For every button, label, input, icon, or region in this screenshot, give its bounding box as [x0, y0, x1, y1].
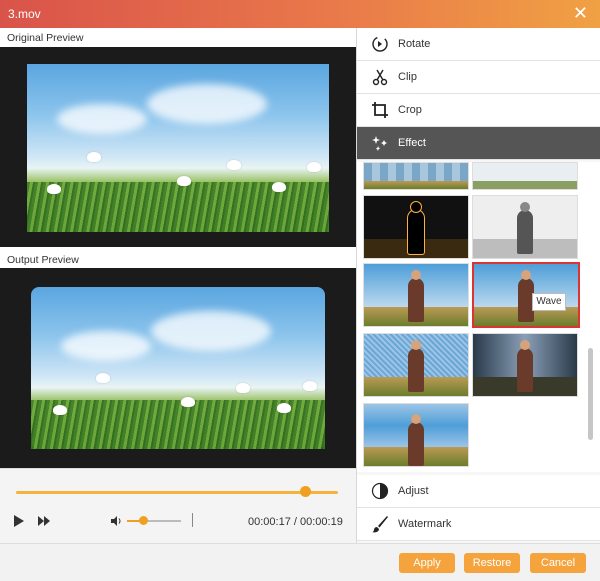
output-preview-label: Output Preview	[7, 254, 79, 266]
effect-thumb-canvas[interactable]	[363, 333, 469, 397]
seek-bar[interactable]	[16, 491, 338, 494]
menu-rotate-label: Rotate	[398, 38, 431, 50]
effect-thumb-emboss[interactable]	[472, 195, 578, 259]
original-video-frame	[27, 64, 329, 232]
effect-thumb-mirror-vertical[interactable]	[363, 403, 469, 467]
effect-tooltip: Wave	[532, 293, 566, 311]
effect-thumb-sketch-top[interactable]	[472, 162, 578, 190]
cancel-button[interactable]: Cancel	[530, 553, 586, 573]
player-controls: 00:00:17 / 00:00:19	[0, 468, 356, 544]
total-time: 00:00:19	[300, 516, 343, 528]
volume-handle[interactable]	[138, 516, 148, 525]
time-separator: /	[293, 516, 297, 528]
menu-clip-label: Clip	[398, 71, 417, 83]
menu-rotate[interactable]: Rotate	[357, 28, 600, 61]
edit-panel: Rotate Clip Crop Effect Adjust Watermark	[357, 28, 600, 543]
menu-effect[interactable]: Effect	[357, 127, 600, 160]
current-time: 00:00:17	[248, 516, 291, 528]
original-preview-label: Original Preview	[7, 32, 84, 44]
menu-clip[interactable]: Clip	[357, 61, 600, 94]
time-display: 00:00:17 / 00:00:19	[248, 516, 343, 528]
menu-watermark-label: Watermark	[398, 518, 452, 530]
play-icon[interactable]	[14, 515, 24, 527]
effect-thumb-mirror-split[interactable]	[472, 333, 578, 397]
control-divider	[192, 513, 193, 527]
crop-icon	[372, 102, 388, 118]
menu-watermark[interactable]: Watermark	[357, 508, 600, 541]
window-title: 3.mov	[8, 7, 41, 21]
restore-button[interactable]: Restore	[464, 553, 520, 573]
brush-icon	[372, 516, 388, 533]
menu-adjust-label: Adjust	[398, 485, 429, 497]
original-preview	[0, 47, 356, 247]
seek-handle[interactable]	[300, 486, 312, 497]
effect-grid	[357, 162, 600, 472]
output-video-frame	[31, 287, 325, 449]
scissors-icon	[372, 69, 388, 86]
effect-thumb-pixelate[interactable]	[363, 162, 469, 190]
adjust-icon	[371, 482, 389, 500]
effect-thumb-normal[interactable]	[363, 263, 469, 327]
effect-thumb-neon[interactable]	[363, 195, 469, 259]
fast-forward-icon[interactable]	[38, 516, 52, 526]
preview-panel: Original Preview Output Preview 00:00:17…	[0, 28, 357, 544]
output-preview	[0, 268, 356, 468]
apply-button[interactable]: Apply	[399, 553, 455, 573]
menu-crop-label: Crop	[398, 104, 422, 116]
close-icon[interactable]: ✕	[573, 4, 588, 22]
menu-adjust[interactable]: Adjust	[357, 475, 600, 508]
volume-icon[interactable]	[110, 515, 122, 527]
action-bar: Apply Restore Cancel	[0, 543, 600, 581]
menu-effect-label: Effect	[398, 137, 426, 149]
menu-crop[interactable]: Crop	[357, 94, 600, 127]
sparkle-icon	[372, 136, 387, 151]
effect-scrollbar[interactable]	[588, 348, 593, 440]
title-bar: 3.mov ✕	[0, 0, 600, 28]
rotate-icon	[372, 36, 388, 52]
